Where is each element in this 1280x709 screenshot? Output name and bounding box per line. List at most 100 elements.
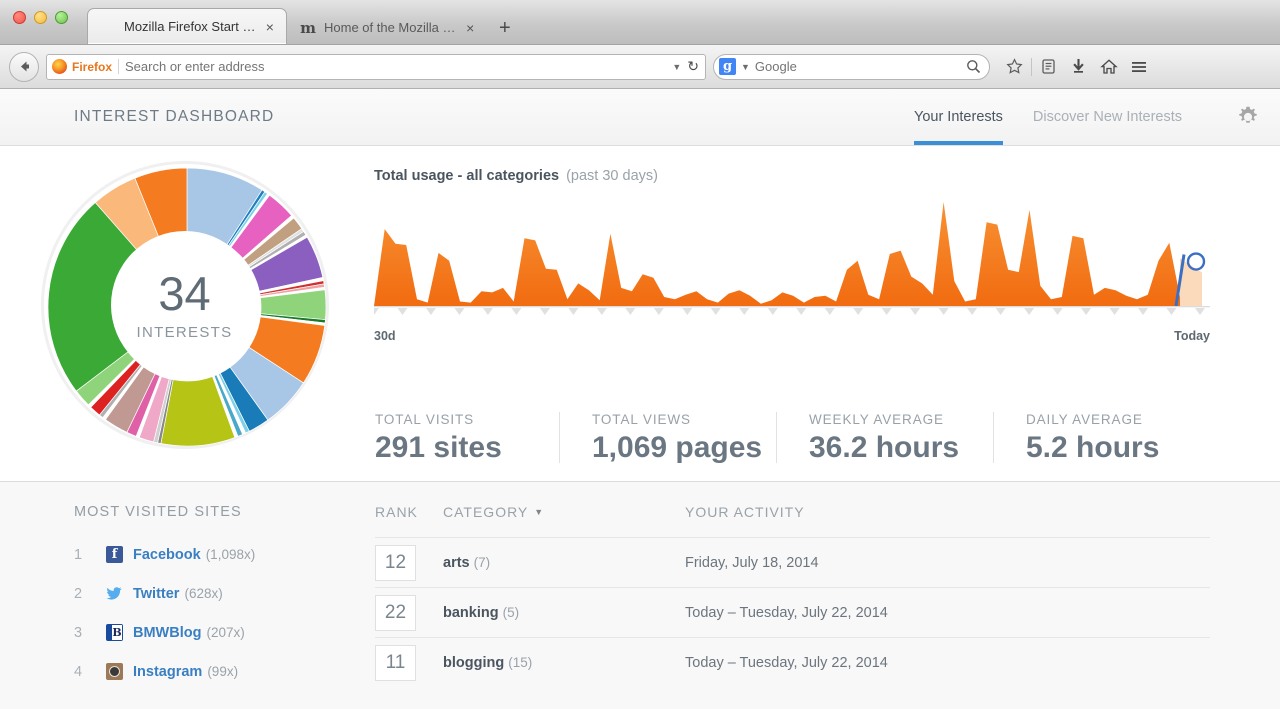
search-icon[interactable] xyxy=(966,59,981,74)
home-icon[interactable] xyxy=(1095,53,1122,80)
list-item[interactable]: 3 B BMWBlog (207x) xyxy=(74,613,375,652)
back-arrow-icon xyxy=(20,61,29,72)
day-tick-marker xyxy=(824,308,835,315)
table-row[interactable]: 12 arts (7) Friday, July 18, 2014 xyxy=(375,537,1210,587)
row-category-cell[interactable]: blogging (15) xyxy=(443,655,685,671)
google-icon: g xyxy=(719,58,736,75)
site-visit-count: (1,098x) xyxy=(205,547,256,562)
column-header-category[interactable]: CATEGORY ▼ xyxy=(443,504,685,520)
page-title: INTEREST DASHBOARD xyxy=(74,108,275,125)
stat-label: TOTAL VISITS xyxy=(375,411,475,427)
reader-list-icon[interactable] xyxy=(1035,53,1062,80)
details-section: MOST VISITED SITES 1 f Facebook (1,098x)… xyxy=(0,481,1280,709)
column-header-activity: YOUR ACTIVITY xyxy=(685,504,805,520)
chevron-down-icon[interactable]: ▼ xyxy=(672,62,681,72)
minimize-window-button[interactable] xyxy=(34,11,47,24)
row-category-cell[interactable]: arts (7) xyxy=(443,555,685,571)
site-name[interactable]: BMWBlog xyxy=(133,625,201,641)
category-count: (15) xyxy=(508,654,533,670)
tab-your-interests[interactable]: Your Interests xyxy=(913,89,1003,145)
day-tick-marker xyxy=(881,308,892,315)
day-tick-marker xyxy=(1195,308,1205,315)
category-name: banking xyxy=(443,604,499,621)
search-bar[interactable]: g ▼ xyxy=(713,53,990,80)
maximize-window-button[interactable] xyxy=(55,11,68,24)
site-name[interactable]: Facebook xyxy=(133,547,201,563)
toolbar-divider xyxy=(1031,57,1032,76)
site-rank: 2 xyxy=(74,585,83,602)
site-visit-count: (207x) xyxy=(206,625,245,640)
new-tab-button[interactable]: + xyxy=(487,18,523,44)
close-window-button[interactable] xyxy=(13,11,26,24)
chevron-down-icon[interactable]: ▼ xyxy=(741,62,750,72)
table-row[interactable]: 22 banking (5) Today – Tuesday, July 22, … xyxy=(375,587,1210,637)
tab-list: Mozilla Firefox Start Page × m Home of t… xyxy=(87,0,523,44)
site-name[interactable]: Instagram xyxy=(133,664,202,680)
browser-tab-0[interactable]: Mozilla Firefox Start Page × xyxy=(87,8,287,44)
day-tick-marker xyxy=(710,308,721,315)
close-tab-icon[interactable]: × xyxy=(464,21,476,35)
day-tick-marker xyxy=(995,308,1006,315)
day-tick-marker xyxy=(596,308,607,315)
stat-daily-average: DAILY AVERAGE 5.2 hours xyxy=(993,411,1210,463)
list-item[interactable]: 4 Instagram (99x) xyxy=(74,652,375,691)
table-row[interactable]: 11 blogging (15) Today – Tuesday, July 22… xyxy=(375,637,1210,687)
day-tick-marker xyxy=(1052,308,1063,315)
stat-weekly-average: WEEKLY AVERAGE 36.2 hours xyxy=(776,411,993,463)
address-bar[interactable]: Firefox ▼ ↻ xyxy=(46,53,706,80)
search-input[interactable] xyxy=(754,59,961,74)
close-tab-icon[interactable]: × xyxy=(264,20,276,34)
tab-title: Home of the Mozilla Proje... xyxy=(324,20,456,35)
day-tick-marker xyxy=(1024,308,1035,315)
axis-label-today: Today xyxy=(1174,329,1210,343)
stat-total-views: TOTAL VIEWS 1,069 pages xyxy=(559,411,776,464)
dashboard-nav: Your Interests Discover New Interests xyxy=(913,89,1260,145)
usage-sparkline[interactable] xyxy=(369,196,1210,324)
day-tick-marker xyxy=(369,308,379,315)
browser-tab-1[interactable]: m Home of the Mozilla Proje... × xyxy=(287,10,487,44)
usage-area-chart xyxy=(369,202,1210,315)
day-tick-marker xyxy=(767,308,778,315)
today-marker-circle[interactable] xyxy=(1186,252,1206,271)
site-rank: 1 xyxy=(74,546,83,563)
gear-icon[interactable] xyxy=(1236,105,1260,129)
tab-strip: Mozilla Firefox Start Page × m Home of t… xyxy=(0,0,1280,45)
caret-down-icon[interactable]: ▼ xyxy=(534,507,544,517)
stat-total-visits: TOTAL VISITS 291 sites xyxy=(375,412,559,464)
menu-icon[interactable] xyxy=(1125,53,1152,80)
site-name[interactable]: Twitter xyxy=(133,586,179,602)
list-item[interactable]: 1 f Facebook (1,098x) xyxy=(74,535,375,574)
stat-value: 291 sites xyxy=(375,430,502,464)
category-name: arts xyxy=(443,554,470,571)
address-input[interactable] xyxy=(125,59,667,74)
stat-value: 1,069 pages xyxy=(592,430,763,464)
reload-icon[interactable]: ↻ xyxy=(687,58,699,75)
donut-center-label: 34 INTERESTS xyxy=(110,231,259,379)
row-rank-cell: 22 xyxy=(375,594,443,631)
tab-discover-new-interests[interactable]: Discover New Interests xyxy=(1033,89,1182,145)
category-count: (5) xyxy=(502,604,520,620)
day-tick-marker xyxy=(653,308,664,315)
firefox-brand-badge: Firefox xyxy=(52,59,120,74)
stats-row: TOTAL VISITS 291 sites TOTAL VIEWS 1,069… xyxy=(0,396,1280,464)
day-tick-marker xyxy=(739,308,750,315)
bmwblog-icon: B xyxy=(106,624,123,641)
column-header-category-label: CATEGORY xyxy=(443,504,529,520)
back-button[interactable] xyxy=(9,51,39,82)
row-category-cell[interactable]: banking (5) xyxy=(443,605,685,621)
interests-label: INTERESTS xyxy=(136,323,233,341)
day-tick-marker xyxy=(1081,308,1092,315)
most-visited-sites: MOST VISITED SITES 1 f Facebook (1,098x)… xyxy=(0,504,375,709)
day-tick-marker xyxy=(425,308,436,315)
bookmark-star-icon[interactable] xyxy=(1001,53,1028,80)
downloads-icon[interactable] xyxy=(1065,53,1092,80)
day-tick-marker xyxy=(967,308,978,315)
row-activity-cell: Today – Tuesday, July 22, 2014 xyxy=(685,654,888,671)
day-tick-marker xyxy=(938,308,949,315)
site-rank: 4 xyxy=(74,663,83,680)
day-tick-marker xyxy=(568,308,579,315)
firefox-browser-window: Mozilla Firefox Start Page × m Home of t… xyxy=(0,0,1280,709)
dashboard-header: INTEREST DASHBOARD Your Interests Discov… xyxy=(0,89,1280,146)
day-tick-marker xyxy=(511,308,522,315)
list-item[interactable]: 2 Twitter (628x) xyxy=(74,574,375,613)
